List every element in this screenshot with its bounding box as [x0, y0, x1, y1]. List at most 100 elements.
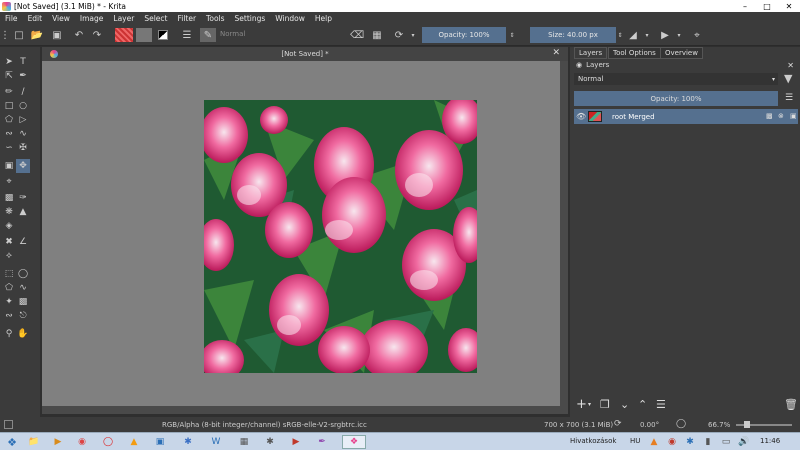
assistant-tool-icon[interactable]: ✖	[4, 237, 14, 247]
swap-colors-icon[interactable]	[156, 28, 170, 42]
close-document-icon[interactable]: ✕	[552, 48, 560, 58]
menu-view[interactable]: View	[47, 14, 75, 23]
menu-layer[interactable]: Layer	[108, 14, 139, 23]
crop-tool-icon[interactable]: ⌖	[4, 177, 14, 187]
brush-size-slider[interactable]: Size: 40.00 px	[530, 27, 616, 43]
menu-window[interactable]: Window	[270, 14, 310, 23]
move-layer-up-icon[interactable]: ⌃	[638, 398, 647, 411]
colorize-mask-tool-icon[interactable]: ❋	[4, 207, 14, 217]
zoom-tool-icon[interactable]: ⚲	[4, 329, 14, 339]
language-indicator[interactable]: HU	[630, 437, 640, 445]
layer-opacity-slider[interactable]: Opacity: 100%	[574, 91, 778, 106]
delete-layer-icon[interactable]: 🗑	[784, 398, 798, 411]
tab-layers[interactable]: Layers	[574, 47, 608, 59]
brush-settings-icon[interactable]: ☰	[180, 28, 194, 42]
start-button-icon[interactable]: ❖	[4, 435, 20, 449]
opacity-slider[interactable]: Opacity: 100%	[422, 27, 506, 43]
line-tool-icon[interactable]: ∕	[18, 87, 28, 97]
gradient-tool-icon[interactable]: ▩	[4, 193, 14, 203]
maximize-button[interactable]: □	[756, 2, 778, 11]
size-stepper-icon[interactable]: ⇕	[616, 28, 624, 42]
layer-row[interactable]: 👁 root Merged ▩ ⊗ ▣	[574, 109, 798, 124]
menu-edit[interactable]: Edit	[23, 14, 48, 23]
inherit-alpha-icon[interactable]: ▩	[766, 112, 773, 120]
paint-icon[interactable]: ✒	[314, 435, 330, 449]
reload-preset-icon[interactable]: ⟳	[392, 28, 406, 42]
layer-blend-mode-select[interactable]: Normal ▾	[574, 73, 778, 85]
media-player-icon[interactable]: ▶	[50, 435, 66, 449]
visibility-eye-icon[interactable]: 👁	[576, 112, 586, 121]
layer-lock-icon[interactable]: ▣	[790, 112, 797, 120]
brush-preset-icon[interactable]: ✎	[200, 28, 216, 42]
text-tool-icon[interactable]: T	[18, 57, 28, 67]
document-tab[interactable]: [Not Saved] * ✕	[42, 47, 568, 61]
menu-filter[interactable]: Filter	[172, 14, 201, 23]
rotation-icon[interactable]: ⟳	[614, 419, 622, 429]
freehand-path-tool-icon[interactable]: ∿	[18, 129, 28, 139]
pan-tool-icon[interactable]: ✋	[17, 329, 28, 339]
select-shapes-tool-icon[interactable]: ➤	[4, 57, 14, 67]
redo-icon[interactable]: ↷	[90, 28, 104, 42]
media-icon[interactable]: ▶	[288, 435, 304, 449]
mirror-vertical-dropdown-icon[interactable]: ▾	[672, 28, 686, 42]
layer-properties-icon[interactable]: ☰	[656, 398, 666, 411]
bluetooth-app-icon[interactable]: ✱	[180, 435, 196, 449]
menu-help[interactable]: Help	[310, 14, 337, 23]
word-icon[interactable]: W	[208, 435, 224, 449]
close-button[interactable]: ✕	[778, 2, 800, 11]
save-document-icon[interactable]: ▣	[50, 28, 64, 42]
menu-image[interactable]: Image	[75, 14, 109, 23]
ellipse-tool-icon[interactable]: ○	[18, 101, 28, 111]
preserve-alpha-icon[interactable]: ▦	[370, 28, 384, 42]
freehand-selection-tool-icon[interactable]: ∿	[18, 283, 28, 293]
reload-dropdown-icon[interactable]: ▾	[406, 28, 420, 42]
smart-patch-tool-icon[interactable]: ▲	[18, 207, 28, 217]
tray-app-icon[interactable]: ◉	[664, 435, 680, 449]
polyline-tool-icon[interactable]: ▷	[18, 115, 28, 125]
docker-menu-icon[interactable]: ☰	[785, 93, 793, 103]
tray-bluetooth-icon[interactable]: ✱	[682, 435, 698, 449]
bezier-selection-tool-icon[interactable]: ∾	[4, 311, 14, 321]
photos-icon[interactable]: ▣	[152, 435, 168, 449]
elliptical-selection-tool-icon[interactable]: ◯	[18, 269, 28, 279]
alpha-lock-icon[interactable]: ⊗	[778, 112, 784, 120]
rotation-reset-icon[interactable]: ◯	[676, 419, 686, 429]
dynamic-brush-tool-icon[interactable]: ∽	[4, 143, 14, 153]
open-document-icon[interactable]: 📂	[30, 28, 44, 42]
multibrush-tool-icon[interactable]: ✠	[18, 143, 28, 153]
tab-tool-options[interactable]: Tool Options	[608, 47, 661, 59]
color-picker-tool-icon[interactable]: ✑	[18, 193, 28, 203]
minimize-button[interactable]: –	[734, 2, 756, 11]
gradient-preset-button[interactable]	[115, 28, 133, 42]
canvas-image[interactable]	[204, 100, 477, 373]
docker-float-icon[interactable]: ◉	[576, 61, 582, 69]
mirror-vertical-icon[interactable]: ▶	[658, 28, 672, 42]
rectangular-selection-tool-icon[interactable]: ⬚	[4, 269, 14, 279]
mirror-horizontal-icon[interactable]: ◢	[626, 28, 640, 42]
polygonal-selection-tool-icon[interactable]: ⬠	[4, 283, 14, 293]
opera-icon[interactable]: ◯	[100, 435, 116, 449]
opacity-stepper-icon[interactable]: ⇕	[508, 28, 516, 42]
mirror-dropdown-icon[interactable]: ▾	[640, 28, 654, 42]
vertical-scrollbar[interactable]	[560, 61, 568, 406]
tab-overview[interactable]: Overview	[660, 47, 703, 59]
links-toolbar-label[interactable]: Hivatkozások	[570, 437, 616, 445]
tray-volume-icon[interactable]: 🔊	[736, 435, 752, 449]
freehand-brush-tool-icon[interactable]: ✏	[4, 87, 14, 97]
reference-tool-icon[interactable]: ⟡	[4, 251, 14, 261]
eraser-icon[interactable]: ⌫	[350, 28, 364, 42]
add-layer-icon[interactable]: +	[576, 397, 587, 412]
krita-taskbar-icon[interactable]: ❖	[342, 435, 366, 449]
undo-icon[interactable]: ↶	[72, 28, 86, 42]
fill-tool-icon[interactable]: ◈	[4, 221, 14, 231]
edit-shapes-tool-icon[interactable]: ⇱	[4, 71, 14, 81]
pattern-preset-button[interactable]	[136, 28, 152, 42]
zoom-slider-handle[interactable]	[744, 421, 750, 428]
tray-network-icon[interactable]: ▮	[700, 435, 716, 449]
wrap-around-icon[interactable]: ⌖	[690, 28, 704, 42]
tray-power-icon[interactable]: ▭	[718, 435, 734, 449]
add-layer-dropdown-icon[interactable]: ▾	[588, 401, 591, 408]
contiguous-selection-tool-icon[interactable]: ✦	[4, 297, 14, 307]
vlc-icon[interactable]: ▲	[126, 435, 142, 449]
rectangle-tool-icon[interactable]: □	[4, 101, 14, 111]
